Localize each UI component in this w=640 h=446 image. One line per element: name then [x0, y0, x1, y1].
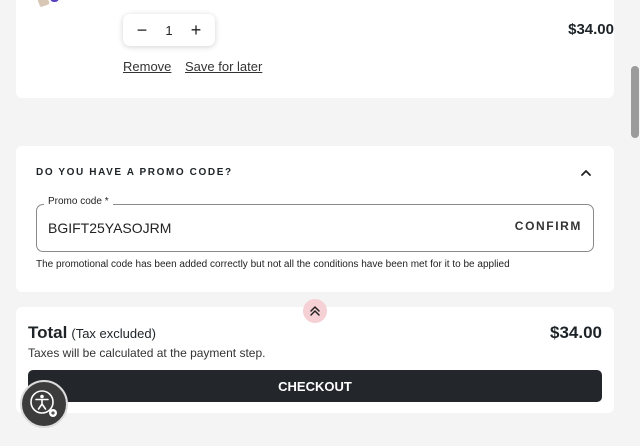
quantity-value: 1	[165, 22, 173, 38]
double-chevron-up-icon	[310, 306, 320, 316]
item-price: $34.00	[568, 21, 614, 38]
tax-note: Taxes will be calculated at the payment …	[28, 346, 266, 360]
promo-heading: DO YOU HAVE A PROMO CODE?	[36, 167, 233, 178]
increase-quantity-button[interactable]: +	[185, 19, 207, 41]
cart-item-card	[16, 0, 614, 98]
promo-code-input[interactable]	[48, 219, 448, 237]
scroll-to-top-button[interactable]	[303, 299, 327, 323]
total-label-text: Total	[28, 323, 68, 342]
decrease-quantity-button[interactable]: −	[131, 19, 153, 41]
chevron-up-icon[interactable]	[580, 167, 592, 179]
remove-link[interactable]: Remove	[123, 59, 171, 74]
accessibility-button[interactable]	[20, 380, 68, 428]
save-for-later-link[interactable]: Save for later	[185, 59, 262, 74]
total-label: Total (Tax excluded)	[28, 323, 156, 343]
accessibility-icon	[30, 390, 57, 417]
tax-excluded-note: (Tax excluded)	[71, 326, 156, 341]
scrollbar-thumb[interactable]	[631, 66, 639, 138]
confirm-button[interactable]: CONFIRM	[515, 219, 582, 233]
promo-status-message: The promotional code has been added corr…	[36, 259, 510, 270]
checkout-button[interactable]: CHECKOUT	[28, 370, 602, 402]
quantity-stepper[interactable]: − 1 +	[123, 14, 215, 46]
promo-code-label: Promo code *	[44, 196, 113, 207]
total-price: $34.00	[550, 323, 602, 342]
product-thumbnail	[36, 0, 59, 7]
